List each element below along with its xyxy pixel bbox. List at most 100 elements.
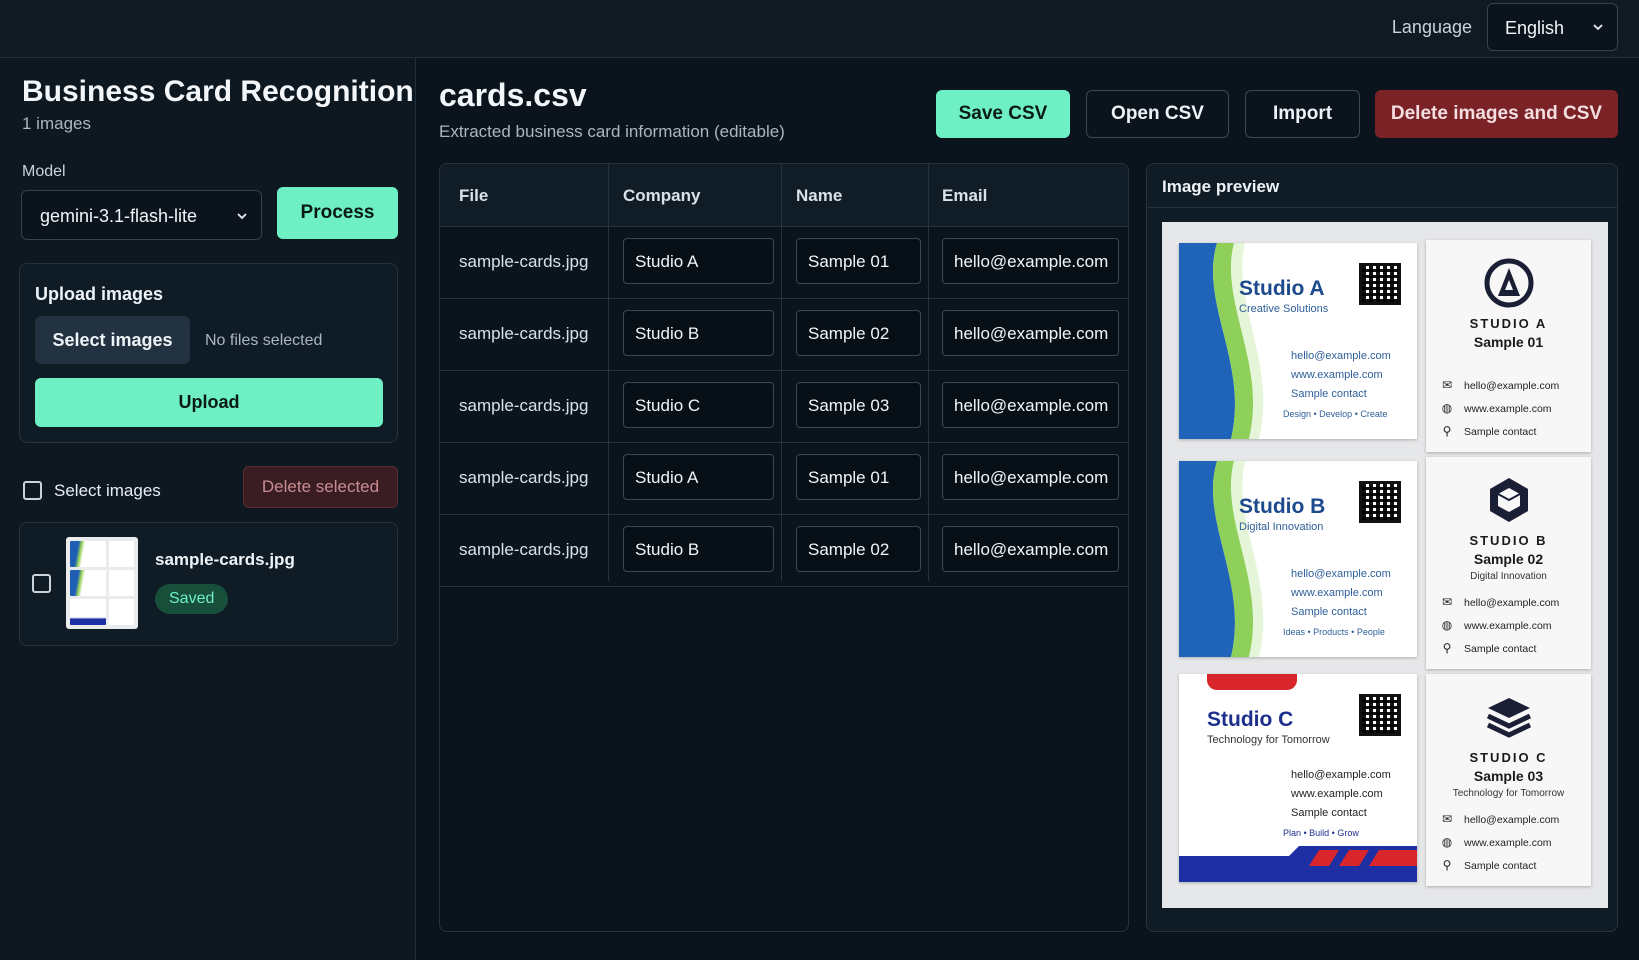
card-footer: Ideas • Products • People [1283, 627, 1385, 637]
email-input[interactable]: hello@example.com [942, 454, 1119, 500]
name-input[interactable]: Sample 01 [796, 238, 921, 284]
email-input[interactable]: hello@example.com [942, 382, 1119, 428]
upload-panel: Upload images Select images No files sel… [19, 263, 398, 443]
card-web: www.example.com [1291, 369, 1383, 381]
name-input[interactable]: Sample 01 [796, 454, 921, 500]
cards-table: File Company Name Email sample-cards.jpg… [439, 163, 1129, 932]
location-pin-icon: ⚲ [1442, 424, 1452, 438]
card-tagline: Technology for Tomorrow [1452, 788, 1565, 799]
save-csv-button[interactable]: Save CSV [936, 90, 1070, 138]
column-header-company: Company [623, 186, 701, 205]
name-input[interactable]: Sample 02 [796, 526, 921, 572]
cell-file: sample-cards.jpg [459, 252, 589, 271]
card-tagline: Digital Innovation [1470, 571, 1547, 582]
card-email: hello@example.com [1464, 597, 1560, 609]
model-select[interactable]: gemini-3.1-flash-lite [21, 190, 262, 240]
table-row: sample-cards.jpg Studio B Sample 02 hell… [440, 299, 1128, 371]
open-csv-button[interactable]: Open CSV [1086, 90, 1229, 138]
card-tagline: Digital Innovation [1239, 521, 1324, 533]
chevron-down-icon [235, 207, 249, 228]
business-card-front: Studio A Creative Solutions hello@exampl… [1179, 243, 1417, 439]
layers-logo-icon [1486, 698, 1532, 738]
name-input[interactable]: Sample 02 [796, 310, 921, 356]
file-name: sample-cards.jpg [155, 550, 295, 569]
select-images-button[interactable]: Select images [35, 316, 190, 364]
card-brand: STUDIO A [1469, 316, 1548, 331]
status-badge: Saved [155, 584, 229, 614]
image-count: 1 images [22, 114, 91, 133]
file-list-item[interactable]: sample-cards.jpg Saved [19, 522, 398, 646]
qr-code-icon [1359, 263, 1401, 305]
card-contact: Sample contact [1464, 860, 1537, 872]
card-web: www.example.com [1291, 788, 1383, 800]
preview-title: Image preview [1162, 177, 1280, 196]
file-checkbox[interactable] [32, 574, 51, 593]
card-person: Sample 01 [1473, 334, 1544, 350]
globe-icon: ◍ [1441, 618, 1453, 632]
select-all-checkbox[interactable] [23, 481, 42, 500]
card-company: Studio B [1239, 495, 1326, 518]
company-input[interactable]: Studio A [623, 238, 774, 284]
location-pin-icon: ⚲ [1442, 858, 1452, 872]
card-brand: STUDIO B [1469, 533, 1548, 548]
email-input[interactable]: hello@example.com [942, 526, 1119, 572]
table-row: sample-cards.jpg Studio A Sample 01 hell… [440, 443, 1128, 515]
language-select[interactable]: English [1487, 3, 1618, 51]
import-button[interactable]: Import [1245, 90, 1360, 138]
company-input[interactable]: Studio B [623, 310, 774, 356]
card-brand: STUDIO C [1469, 750, 1548, 765]
name-input[interactable]: Sample 03 [796, 382, 921, 428]
language-value: English [1505, 18, 1565, 38]
no-files-text: No files selected [205, 332, 323, 349]
delete-images-and-csv-button[interactable]: Delete images and CSV [1375, 90, 1618, 138]
cell-file: sample-cards.jpg [459, 468, 589, 487]
page-subtitle: Extracted business card information (edi… [439, 122, 785, 141]
chevron-down-icon [1591, 18, 1605, 39]
card-company: Studio A [1239, 277, 1325, 300]
preview-image: Studio A Creative Solutions hello@exampl… [1162, 222, 1608, 908]
table-row: sample-cards.jpg Studio B Sample 02 hell… [440, 515, 1128, 587]
business-card-front: Studio B Digital Innovation hello@exampl… [1179, 461, 1417, 657]
email-input[interactable]: hello@example.com [942, 238, 1119, 284]
cell-file: sample-cards.jpg [459, 540, 589, 559]
card-email: hello@example.com [1291, 568, 1391, 580]
language-label: Language [1391, 17, 1472, 37]
card-company: Studio C [1207, 708, 1294, 731]
sidebar: Business Card Recognition 1 images Model… [0, 58, 416, 960]
card-email: hello@example.com [1464, 380, 1560, 392]
cell-file: sample-cards.jpg [459, 324, 589, 343]
table-row: sample-cards.jpg Studio C Sample 03 hell… [440, 371, 1128, 443]
upload-button[interactable]: Upload [35, 378, 383, 427]
email-input[interactable]: hello@example.com [942, 310, 1119, 356]
globe-icon: ◍ [1441, 835, 1453, 849]
delete-selected-button[interactable]: Delete selected [243, 466, 398, 508]
page-title: cards.csv [439, 77, 587, 113]
company-input[interactable]: Studio A [623, 454, 774, 500]
card-person: Sample 03 [1473, 768, 1544, 784]
card-contact: Sample contact [1464, 426, 1537, 438]
card-person: Sample 02 [1473, 551, 1544, 567]
card-footer: Plan • Build • Grow [1283, 828, 1359, 838]
column-header-name: Name [796, 186, 843, 205]
card-contact: Sample contact [1464, 643, 1537, 655]
card-contact: Sample contact [1291, 388, 1367, 400]
card-email: hello@example.com [1464, 814, 1560, 826]
card-contact: Sample contact [1291, 807, 1367, 819]
company-input[interactable]: Studio C [623, 382, 774, 428]
business-card-back: STUDIO B Sample 02 Digital Innovation ✉ h… [1426, 457, 1591, 669]
model-label: Model [22, 163, 66, 180]
app-title: Business Card Recognition [22, 75, 414, 108]
business-card-front: Studio C Technology for Tomorrow hello@e… [1179, 674, 1417, 882]
select-all-label: Select images [54, 481, 161, 500]
process-button[interactable]: Process [277, 187, 398, 239]
card-email: hello@example.com [1291, 769, 1391, 781]
model-value: gemini-3.1-flash-lite [40, 206, 198, 226]
file-thumbnail [66, 537, 138, 629]
mail-icon: ✉ [1441, 378, 1453, 392]
company-input[interactable]: Studio B [623, 526, 774, 572]
card-web: www.example.com [1291, 587, 1383, 599]
business-card-back: STUDIO A Sample 01 ✉ hello@example.com ◍ w… [1426, 240, 1591, 452]
location-pin-icon: ⚲ [1442, 641, 1452, 655]
column-header-email: Email [942, 186, 988, 205]
cell-file: sample-cards.jpg [459, 396, 589, 415]
